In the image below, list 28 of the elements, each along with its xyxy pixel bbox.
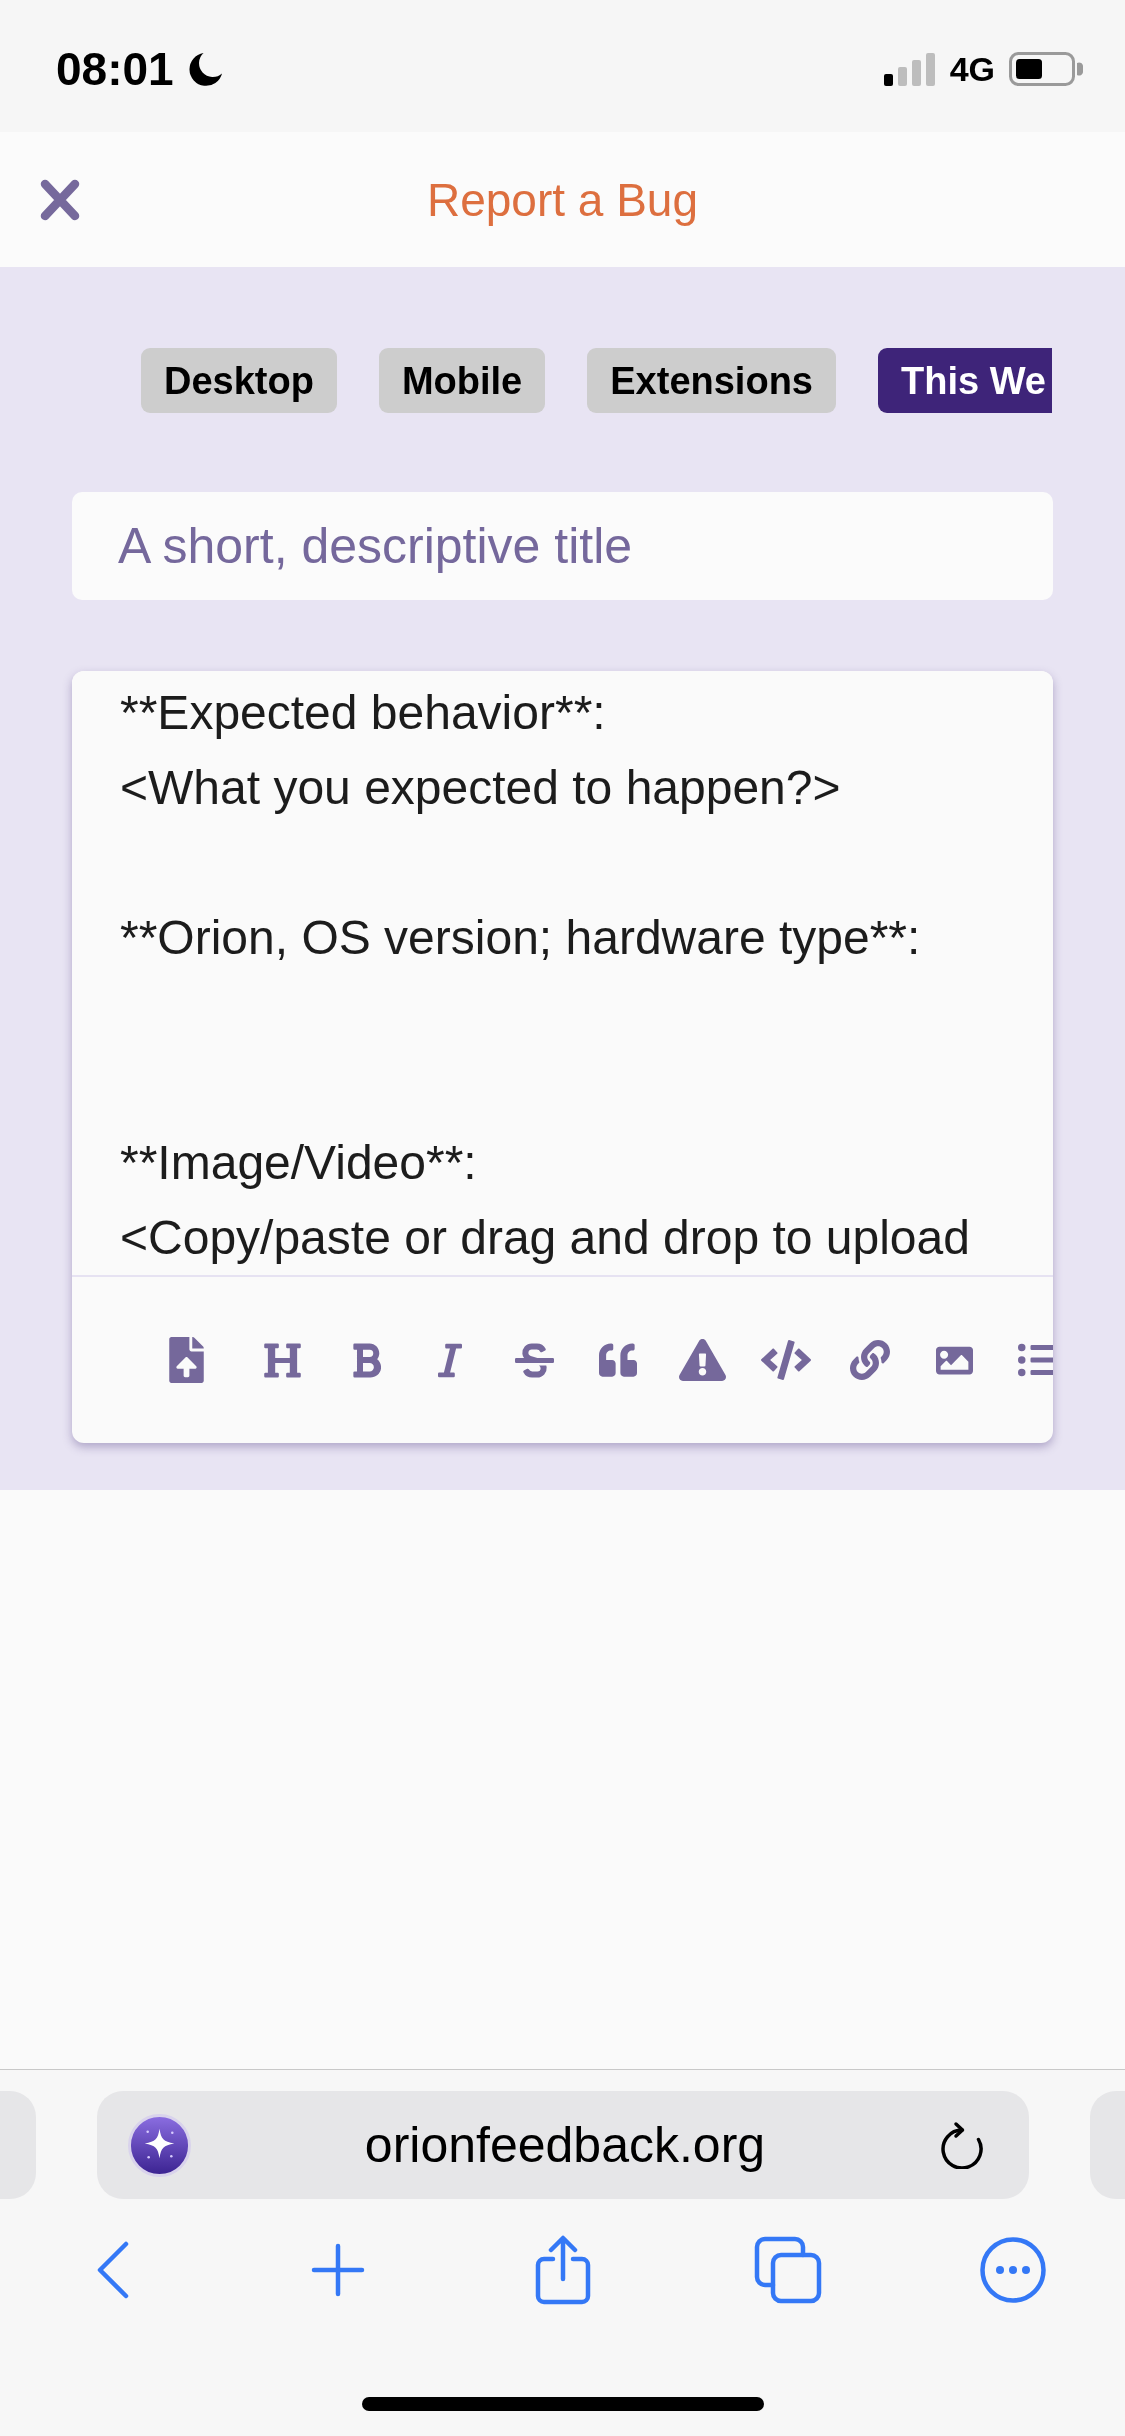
status-time: 08:01	[56, 46, 174, 92]
link-icon[interactable]	[850, 1340, 890, 1380]
reload-icon[interactable]	[939, 2121, 985, 2169]
browser-logo-icon	[128, 2113, 191, 2177]
close-icon[interactable]	[40, 178, 80, 221]
plus-icon[interactable]	[310, 2243, 365, 2297]
url-text: orionfeedback.org	[363, 2120, 767, 2170]
quote-icon[interactable]	[599, 1341, 637, 1379]
moon-icon	[187, 51, 223, 87]
share-icon[interactable]	[534, 2235, 591, 2305]
more-icon[interactable]	[979, 2237, 1046, 2303]
file-upload-icon[interactable]	[168, 1337, 204, 1383]
warning-icon[interactable]	[678, 1339, 726, 1381]
category-tab[interactable]: Mobile	[378, 348, 546, 413]
battery-icon	[1009, 52, 1083, 86]
description-field[interactable]: **Expected behavior**: <What you expected to happen?> **Orion, OS version; hardware type**: **Image/Video**: <Copy/paste or drag and drop to upload	[72, 671, 1053, 1275]
tabs-icon[interactable]	[753, 2236, 822, 2304]
strikethrough-icon[interactable]	[514, 1340, 554, 1380]
network-type: 4G	[949, 52, 995, 86]
heading-icon[interactable]	[262, 1340, 302, 1380]
category-tab[interactable]: Desktop	[141, 348, 337, 413]
back-icon[interactable]	[96, 2241, 129, 2299]
category-tab[interactable]: Extensions	[587, 348, 836, 413]
signal-icon	[883, 52, 935, 86]
address-bar[interactable]: orionfeedback.org	[97, 2091, 1029, 2199]
code-icon[interactable]	[761, 1340, 811, 1380]
category-tab[interactable]: This We	[878, 348, 1052, 413]
title-field[interactable]: A short, descriptive title	[72, 492, 1053, 600]
